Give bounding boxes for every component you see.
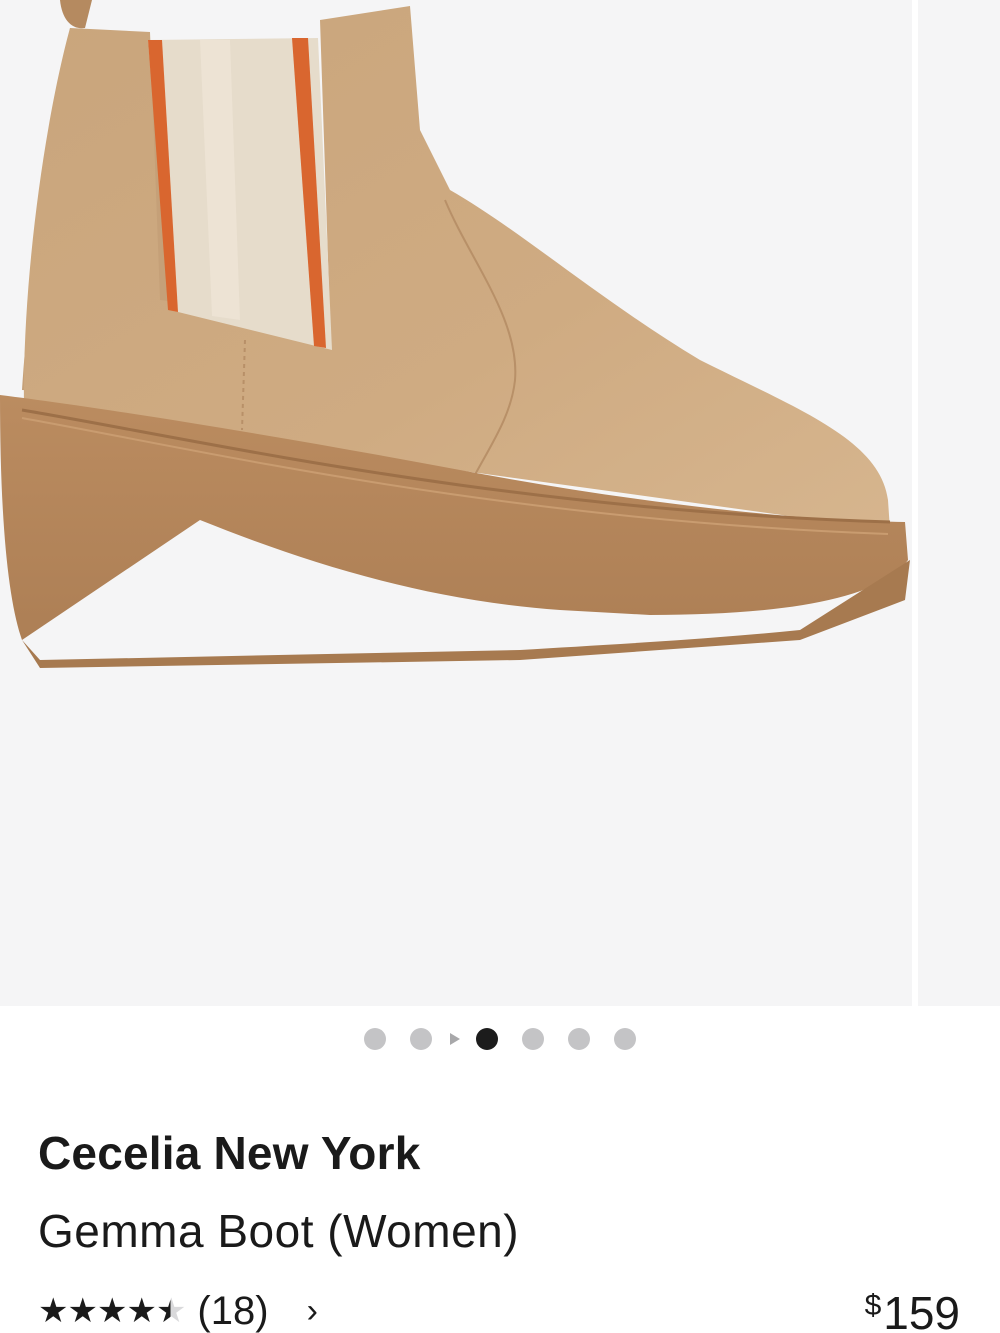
reviews-link[interactable]: ★ ★ ★ ★ ★ (18) › bbox=[38, 1288, 318, 1333]
boot-image bbox=[0, 0, 910, 668]
star-rating: ★ ★ ★ ★ ★ bbox=[38, 1292, 187, 1330]
carousel-dot-6[interactable] bbox=[568, 1028, 590, 1050]
chevron-right-icon: › bbox=[306, 1291, 318, 1330]
brand-name-link[interactable]: Cecelia New York bbox=[38, 1126, 420, 1180]
star-half-icon: ★ bbox=[155, 1292, 187, 1330]
product-image[interactable] bbox=[0, 0, 912, 1006]
currency-symbol: $ bbox=[864, 1289, 882, 1322]
star-full-icon: ★ bbox=[38, 1292, 69, 1330]
carousel-pagination bbox=[0, 1026, 1000, 1052]
star-full-icon: ★ bbox=[96, 1292, 128, 1330]
carousel-dot-2[interactable] bbox=[410, 1028, 432, 1050]
review-count: (18) bbox=[197, 1288, 269, 1333]
product-price: $159 bbox=[865, 1286, 960, 1333]
star-full-icon: ★ bbox=[67, 1292, 98, 1330]
price-value: 159 bbox=[883, 1287, 960, 1333]
carousel-dot-active[interactable] bbox=[476, 1028, 498, 1050]
product-detail-page: Cecelia New York Gemma Boot (Women) ★ ★ … bbox=[0, 0, 1000, 1333]
carousel-dot-7[interactable] bbox=[614, 1028, 636, 1050]
product-image-carousel[interactable] bbox=[0, 0, 1000, 1006]
carousel-dot-1[interactable] bbox=[364, 1028, 386, 1050]
video-play-icon[interactable] bbox=[450, 1033, 460, 1045]
carousel-dot-5[interactable] bbox=[522, 1028, 544, 1050]
product-name: Gemma Boot (Women) bbox=[38, 1205, 520, 1257]
next-product-image-peek[interactable] bbox=[918, 0, 1000, 1006]
star-full-icon: ★ bbox=[126, 1292, 157, 1330]
